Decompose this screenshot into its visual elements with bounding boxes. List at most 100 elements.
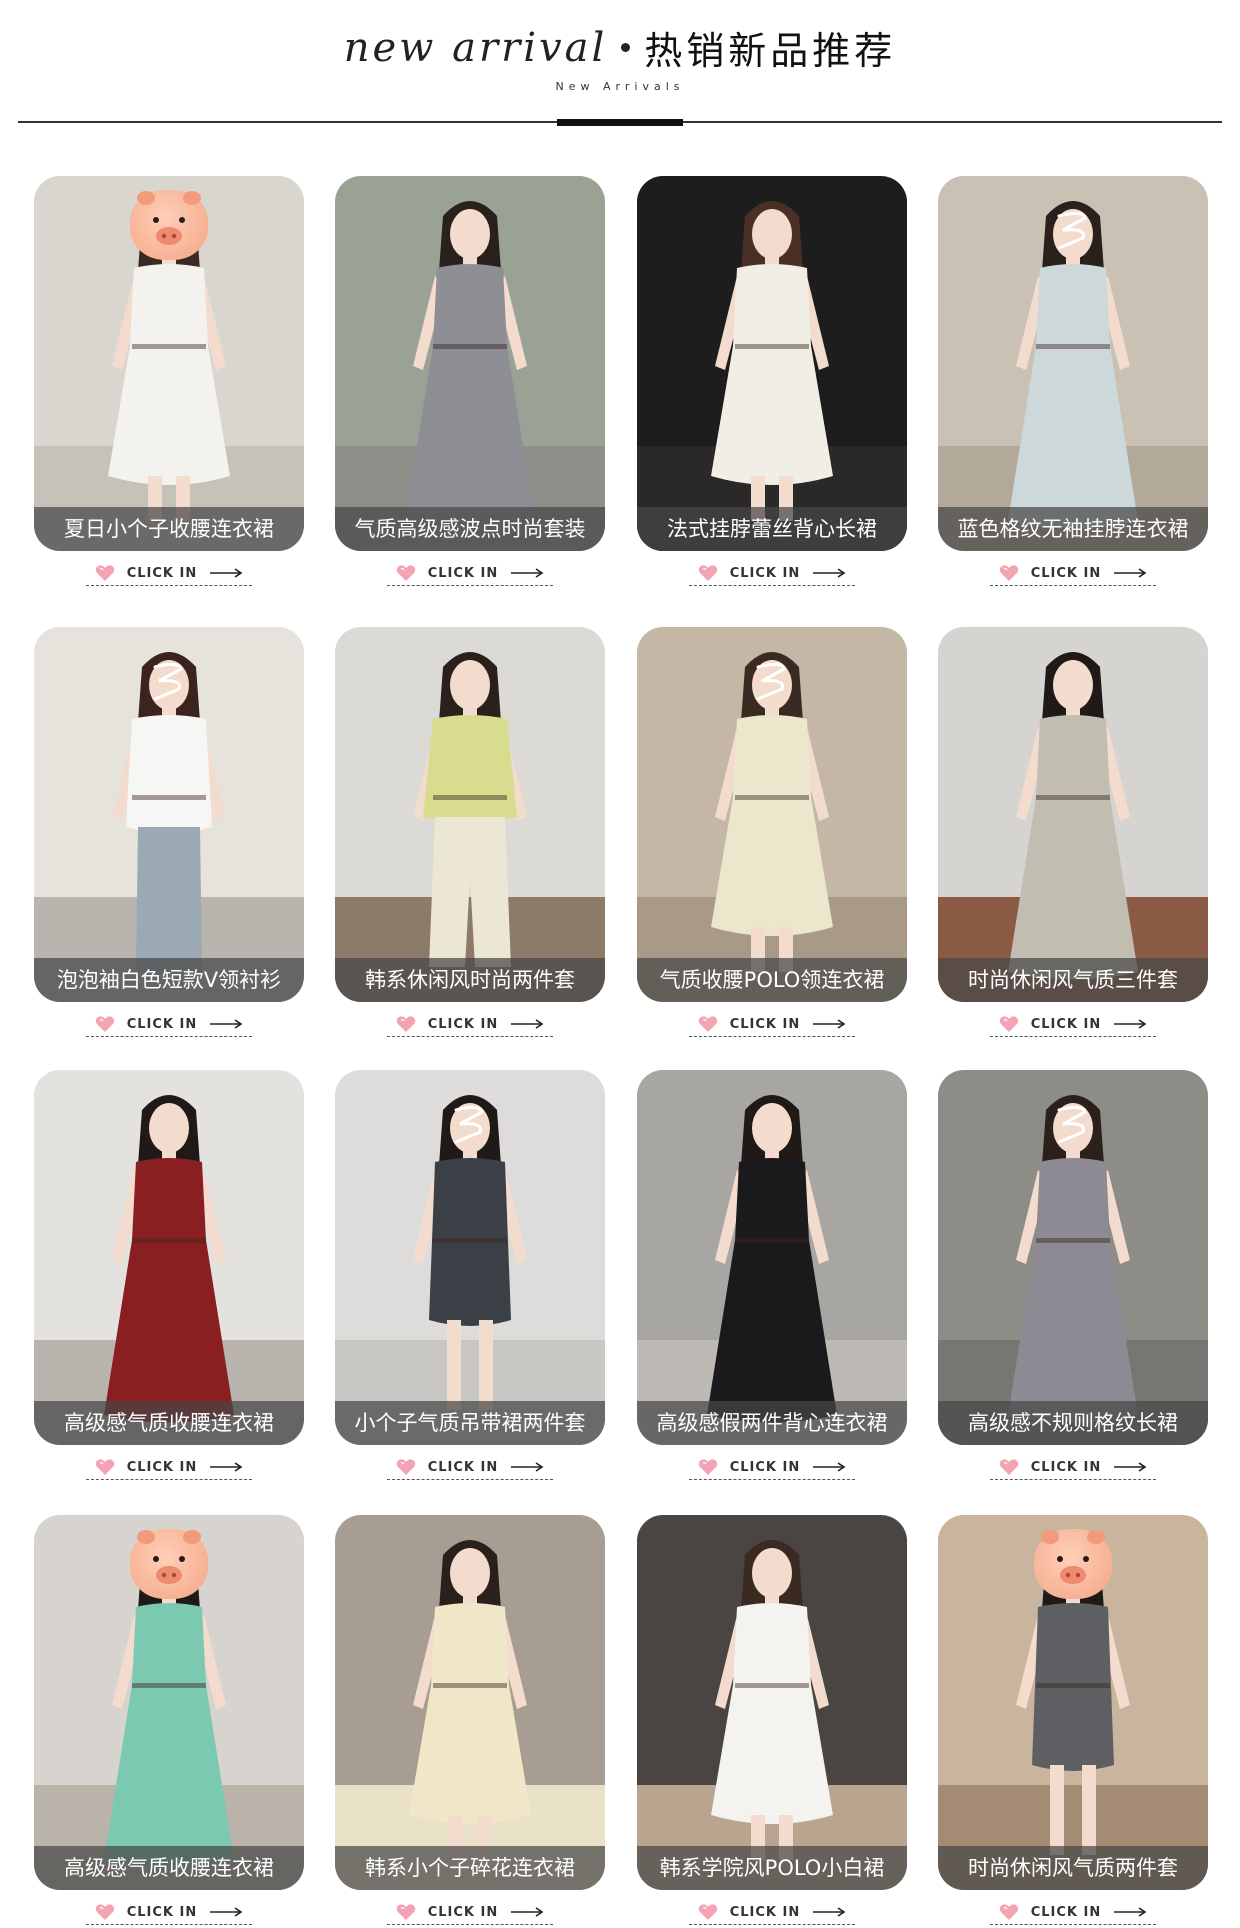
model-figure [409, 1540, 531, 1860]
click-in-link[interactable]: CLICK IN [938, 1451, 1208, 1483]
product-name: 高级感气质收腰连衣裙 [34, 1846, 304, 1890]
heart-icon [999, 1459, 1019, 1475]
product-photo[interactable]: 蓝色格纹无袖挂脖连衣裙 [938, 176, 1208, 551]
product-card[interactable]: 泡泡袖白色短款V领衬衫 CLICK IN [34, 627, 304, 1040]
product-photo[interactable]: 高级感假两件背心连衣裙 [637, 1070, 907, 1445]
click-in-link[interactable]: CLICK IN [34, 1008, 304, 1040]
click-in-label: CLICK IN [126, 1904, 198, 1920]
product-photo[interactable]: 时尚休闲风气质两件套 [938, 1515, 1208, 1890]
heart-icon [698, 1016, 718, 1032]
dashed-underline [990, 1924, 1156, 1925]
heart-icon [999, 1904, 1019, 1920]
product-card[interactable]: 气质收腰POLO领连衣裙 CLICK IN [637, 627, 907, 1040]
heart-icon [95, 1904, 115, 1920]
product-card[interactable]: 法式挂脖蕾丝背心长裙 CLICK IN [637, 176, 907, 589]
product-photo[interactable]: 韩系学院风POLO小白裙 [637, 1515, 907, 1890]
product-card[interactable]: 蓝色格纹无袖挂脖连衣裙 CLICK IN [938, 176, 1208, 589]
product-photo[interactable]: 气质收腰POLO领连衣裙 [637, 627, 907, 1002]
product-grid: 夏日小个子收腰连衣裙 CLICK IN 气质高级感波点时尚套装 CLICK IN 法式挂… [0, 0, 1240, 1925]
product-photo[interactable]: 小个子气质吊带裙两件套 [335, 1070, 605, 1445]
product-card[interactable]: 韩系小个子碎花连衣裙 CLICK IN [335, 1515, 605, 1928]
product-card[interactable]: 韩系学院风POLO小白裙 CLICK IN [637, 1515, 907, 1928]
click-in-link[interactable]: CLICK IN [637, 1896, 907, 1928]
product-photo[interactable]: 气质高级感波点时尚套装 [335, 176, 605, 551]
product-card[interactable]: 时尚休闲风气质三件套 CLICK IN [938, 627, 1208, 1040]
product-name: 气质高级感波点时尚套装 [335, 507, 605, 551]
product-card[interactable]: 高级感假两件背心连衣裙 CLICK IN [637, 1070, 907, 1483]
click-in-label: CLICK IN [1030, 1459, 1102, 1475]
heart-icon [698, 1459, 718, 1475]
arrow-right-icon [511, 568, 544, 578]
product-name: 高级感气质收腰连衣裙 [34, 1401, 304, 1445]
dashed-underline [990, 585, 1156, 586]
heart-icon [95, 1459, 115, 1475]
product-name: 时尚休闲风气质三件套 [938, 958, 1208, 1002]
product-photo[interactable]: 高级感气质收腰连衣裙 [34, 1515, 304, 1890]
click-in-link[interactable]: CLICK IN [34, 1896, 304, 1928]
face-scribble-icon [153, 662, 183, 701]
dashed-underline [86, 1924, 252, 1925]
product-photo[interactable]: 高级感气质收腰连衣裙 [34, 1070, 304, 1445]
heart-icon [396, 1904, 416, 1920]
arrow-right-icon [511, 1462, 544, 1472]
dashed-underline [86, 1479, 252, 1480]
heart-icon [95, 1016, 115, 1032]
product-name: 夏日小个子收腰连衣裙 [34, 507, 304, 551]
dashed-underline [387, 1036, 553, 1037]
click-in-link[interactable]: CLICK IN [335, 1896, 605, 1928]
click-in-label: CLICK IN [729, 1459, 801, 1475]
product-card[interactable]: 小个子气质吊带裙两件套 CLICK IN [335, 1070, 605, 1483]
click-in-link[interactable]: CLICK IN [335, 557, 605, 589]
model-figure [413, 652, 527, 967]
arrow-right-icon [813, 568, 846, 578]
click-in-link[interactable]: CLICK IN [637, 1451, 907, 1483]
heart-icon [698, 1904, 718, 1920]
click-in-link[interactable]: CLICK IN [335, 1451, 605, 1483]
arrow-right-icon [210, 1462, 243, 1472]
face-scribble-icon [756, 662, 786, 701]
product-card[interactable]: 高级感气质收腰连衣裙 CLICK IN [34, 1070, 304, 1483]
click-in-link[interactable]: CLICK IN [938, 1896, 1208, 1928]
click-in-link[interactable]: CLICK IN [938, 1008, 1208, 1040]
product-card[interactable]: 高级感不规则格纹长裙 CLICK IN [938, 1070, 1208, 1483]
product-name: 时尚休闲风气质两件套 [938, 1846, 1208, 1890]
product-name: 韩系小个子碎花连衣裙 [335, 1846, 605, 1890]
product-photo[interactable]: 夏日小个子收腰连衣裙 [34, 176, 304, 551]
product-photo[interactable]: 泡泡袖白色短款V领衬衫 [34, 627, 304, 1002]
model-figure [707, 1095, 837, 1423]
click-in-label: CLICK IN [729, 1016, 801, 1032]
product-photo[interactable]: 时尚休闲风气质三件套 [938, 627, 1208, 1002]
heart-icon [95, 565, 115, 581]
face-scribble-icon [454, 1105, 484, 1144]
product-card[interactable]: 高级感气质收腰连衣裙 CLICK IN [34, 1515, 304, 1928]
click-in-label: CLICK IN [729, 565, 801, 581]
dashed-underline [689, 585, 855, 586]
product-photo[interactable]: 高级感不规则格纹长裙 [938, 1070, 1208, 1445]
product-photo[interactable]: 韩系休闲风时尚两件套 [335, 627, 605, 1002]
click-in-link[interactable]: CLICK IN [637, 557, 907, 589]
click-in-link[interactable]: CLICK IN [335, 1008, 605, 1040]
pig-face-sticker-icon [130, 190, 208, 260]
dashed-underline [689, 1036, 855, 1037]
dashed-underline [86, 585, 252, 586]
model-figure [1008, 652, 1138, 980]
click-in-link[interactable]: CLICK IN [34, 557, 304, 589]
heart-icon [999, 1016, 1019, 1032]
dashed-underline [387, 1479, 553, 1480]
click-in-link[interactable]: CLICK IN [34, 1451, 304, 1483]
face-scribble-icon [1057, 1105, 1087, 1144]
click-in-link[interactable]: CLICK IN [938, 557, 1208, 589]
product-card[interactable]: 韩系休闲风时尚两件套 CLICK IN [335, 627, 605, 1040]
arrow-right-icon [813, 1462, 846, 1472]
heart-icon [396, 565, 416, 581]
product-card[interactable]: 夏日小个子收腰连衣裙 CLICK IN [34, 176, 304, 589]
product-photo[interactable]: 法式挂脖蕾丝背心长裙 [637, 176, 907, 551]
product-name: 法式挂脖蕾丝背心长裙 [637, 507, 907, 551]
arrow-right-icon [1114, 1462, 1147, 1472]
click-in-link[interactable]: CLICK IN [637, 1008, 907, 1040]
arrow-right-icon [511, 1907, 544, 1917]
product-card[interactable]: 气质高级感波点时尚套装 CLICK IN [335, 176, 605, 589]
product-photo[interactable]: 韩系小个子碎花连衣裙 [335, 1515, 605, 1890]
click-in-label: CLICK IN [427, 1904, 499, 1920]
product-card[interactable]: 时尚休闲风气质两件套 CLICK IN [938, 1515, 1208, 1928]
